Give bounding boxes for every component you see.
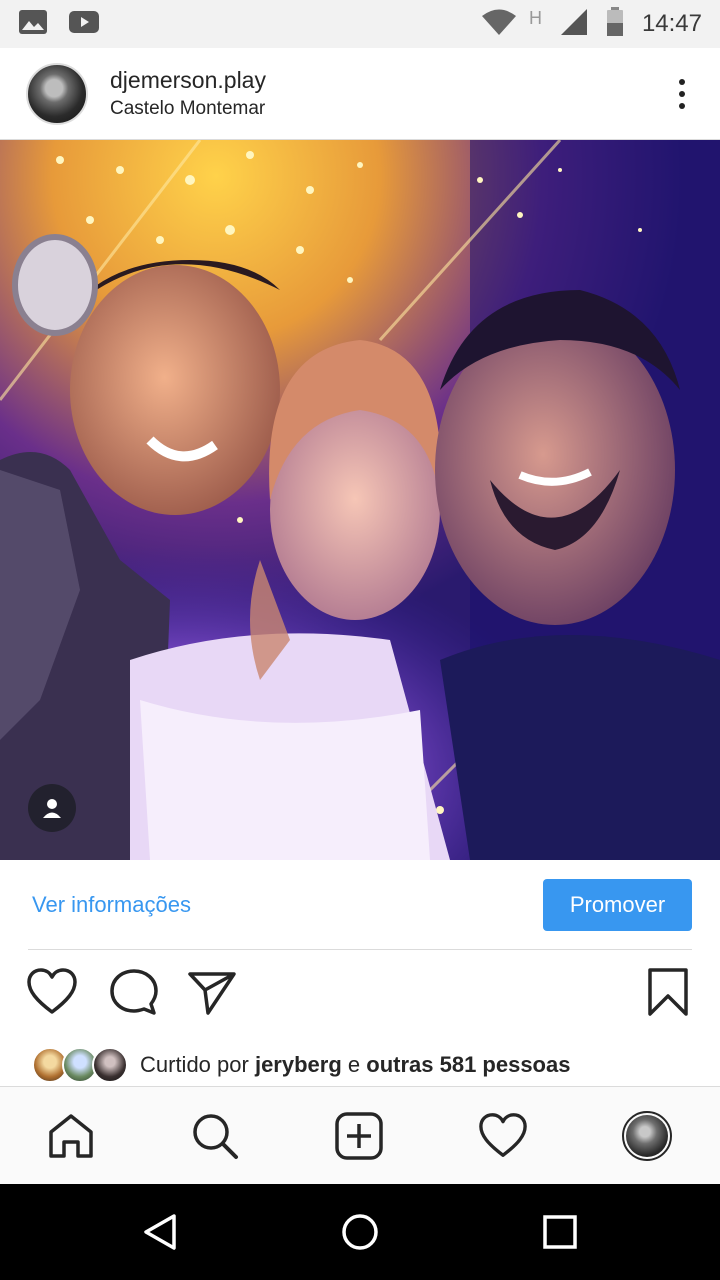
more-vertical-icon[interactable] [670, 78, 694, 109]
signal-icon [560, 8, 588, 41]
home-icon[interactable] [46, 1111, 96, 1161]
likes-text: Curtido por jeryberg e outras 581 pessoa… [140, 1052, 570, 1078]
likes-prefix: Curtido por [140, 1052, 255, 1077]
battery-icon [606, 6, 624, 42]
likes-connector: e [341, 1052, 367, 1077]
post-insights-row: Ver informações Promover [28, 860, 692, 950]
activity-heart-icon[interactable] [478, 1111, 528, 1161]
post-header: djemerson.play Castelo Montemar [0, 48, 720, 140]
add-post-icon[interactable] [334, 1111, 384, 1161]
share-icon[interactable] [186, 966, 238, 1023]
network-type-label: H [528, 7, 542, 28]
avatar[interactable] [26, 62, 88, 125]
image-icon [18, 9, 48, 40]
heart-icon[interactable] [26, 966, 78, 1023]
profile-avatar[interactable] [622, 1111, 672, 1161]
user-tags-button[interactable] [28, 784, 76, 832]
username-link[interactable]: djemerson.play [110, 67, 266, 94]
comment-icon[interactable] [108, 966, 160, 1023]
post-photo[interactable] [0, 140, 720, 860]
post-author-info: djemerson.play Castelo Montemar [110, 67, 266, 120]
back-icon[interactable] [138, 1210, 182, 1254]
bottom-navigation [0, 1086, 720, 1184]
status-time: 14:47 [641, 10, 702, 37]
promote-button[interactable]: Promover [543, 878, 692, 931]
bookmark-icon[interactable] [642, 966, 694, 1023]
status-bar: H 14:47 [0, 0, 720, 48]
other-likers-link[interactable]: outras 581 pessoas [366, 1052, 570, 1077]
liker-avatars [32, 1045, 128, 1085]
search-icon[interactable] [190, 1111, 240, 1161]
youtube-icon [68, 9, 100, 40]
post-actions [26, 966, 694, 1026]
view-insights-link[interactable]: Ver informações [32, 892, 191, 918]
location-link[interactable]: Castelo Montemar [110, 98, 266, 120]
avatar [92, 1047, 128, 1083]
home-circle-icon[interactable] [338, 1210, 382, 1254]
liker-username-link[interactable]: jeryberg [255, 1052, 342, 1077]
recents-icon[interactable] [538, 1210, 582, 1254]
person-icon [43, 799, 61, 818]
likes-summary[interactable]: Curtido por jeryberg e outras 581 pessoa… [32, 1044, 570, 1086]
wifi-icon [481, 8, 517, 41]
system-navigation-bar [0, 1184, 720, 1280]
